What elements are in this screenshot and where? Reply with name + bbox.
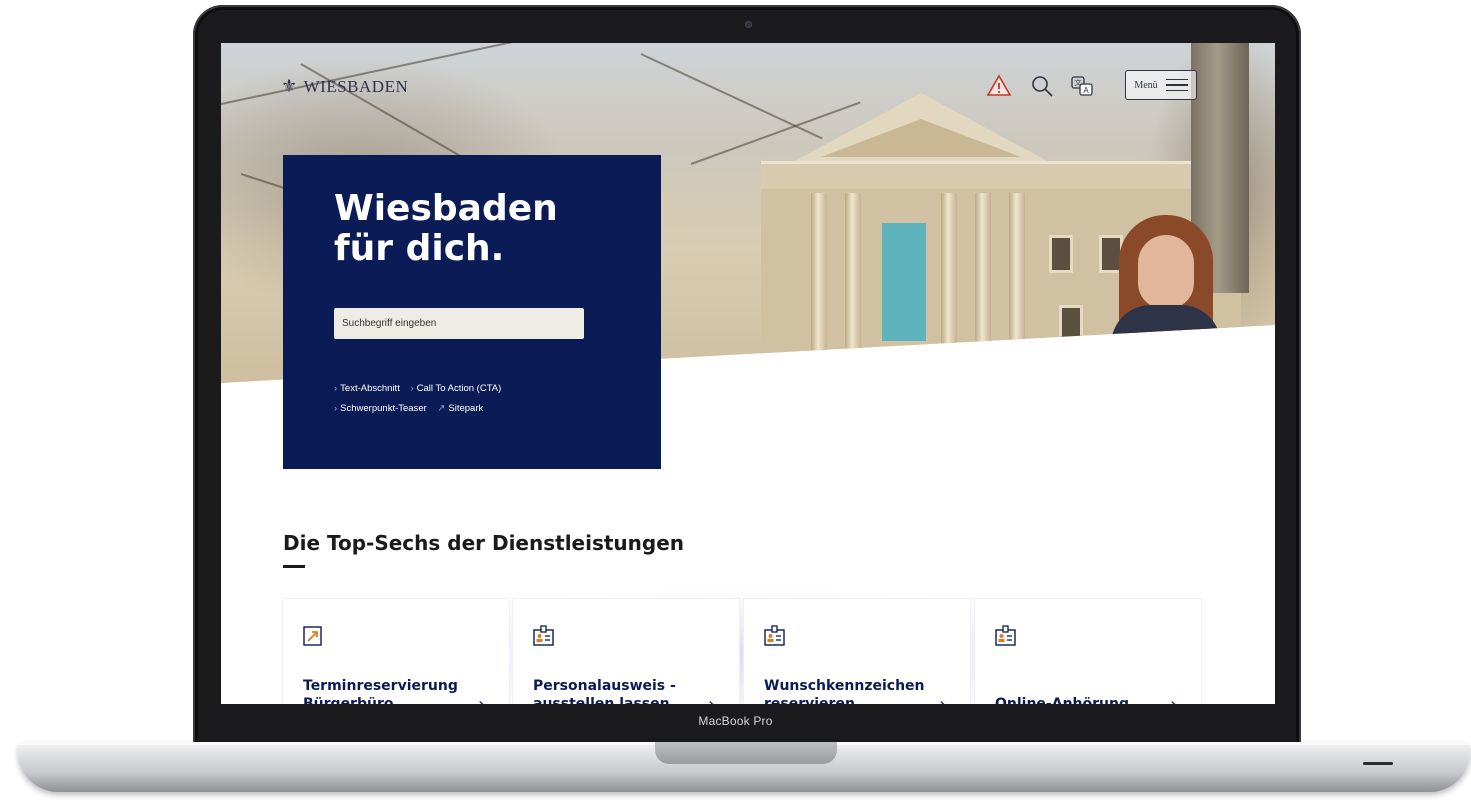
search-icon[interactable] — [1029, 73, 1055, 99]
laptop-notch — [655, 742, 837, 764]
card-title: Personalausweis - ausstellen lassen — [533, 678, 676, 704]
warning-icon[interactable] — [986, 73, 1012, 99]
id-badge-icon — [533, 625, 554, 647]
camera-icon — [745, 21, 752, 28]
hamburger-icon — [1165, 78, 1188, 92]
site-logo[interactable]: ⚜ WIESBADEN — [281, 76, 408, 97]
service-card-wunschkennzeichen[interactable]: Wunschkennzeichen reservieren › — [744, 599, 970, 704]
chevron-right-icon: › — [334, 403, 338, 414]
service-card-online-anhoerung[interactable]: Online-Anhörung › — [975, 599, 1201, 704]
link-schwerpunkt-teaser[interactable]: › Schwerpunkt-Teaser — [334, 403, 427, 414]
logo-text: WIESBADEN — [303, 76, 409, 96]
id-badge-icon — [764, 625, 785, 647]
chevron-right-icon: › — [1170, 694, 1177, 704]
external-calendar-icon — [303, 625, 323, 647]
link-text-abschnitt[interactable]: › Text-Abschnitt — [334, 383, 400, 394]
heading-underline — [283, 565, 305, 568]
woman-portrait — [1138, 235, 1194, 309]
chevron-right-icon: › — [334, 383, 338, 394]
menu-button[interactable]: Menü — [1125, 70, 1197, 100]
hero-title: Wiesbaden für dich. — [334, 188, 558, 269]
service-card-terminreservierung[interactable]: Terminreservierung Bürgerbüro › — [283, 599, 509, 704]
search-input[interactable] — [334, 308, 584, 339]
id-badge-icon — [995, 625, 1016, 647]
chevron-right-icon: › — [478, 694, 485, 704]
menu-label: Menü — [1134, 79, 1158, 91]
chevron-right-icon: › — [708, 694, 715, 704]
chevron-right-icon: › — [410, 383, 414, 394]
svg-text:文: 文 — [1075, 78, 1082, 87]
svg-text:A: A — [1083, 86, 1089, 95]
link-call-to-action[interactable]: › Call To Action (CTA) — [410, 383, 501, 394]
service-card-personalausweis[interactable]: Personalausweis - ausstellen lassen › — [513, 599, 739, 704]
card-title: Wunschkennzeichen reservieren — [764, 678, 925, 704]
card-title: Terminreservierung Bürgerbüro — [303, 678, 458, 704]
museum-banner — [882, 223, 926, 341]
card-title: Online-Anhörung — [995, 696, 1129, 704]
device-brand-label: MacBook Pro — [698, 714, 773, 728]
hero-panel: Wiesbaden für dich. ›Text-Abschnitt ›Cal… — [283, 155, 661, 469]
translate-icon[interactable]: A 文 — [1069, 73, 1095, 99]
browser-screen: ⚜ WIESBADEN A 文 Menü Wiesbaden für dich. — [221, 43, 1275, 704]
laptop-indicator — [1363, 762, 1393, 765]
lily-icon: ⚜ — [281, 76, 298, 96]
chevron-right-icon: › — [939, 694, 946, 704]
hero-links: › Text-Abschnitt › Call To Action (CTA) › S… — [334, 379, 509, 419]
link-sitepark[interactable]: ↗ Sitepark — [437, 403, 483, 414]
services-heading: Die Top-Sechs der Dienstleistungen — [283, 531, 685, 555]
external-link-icon: ↗ — [437, 403, 446, 414]
